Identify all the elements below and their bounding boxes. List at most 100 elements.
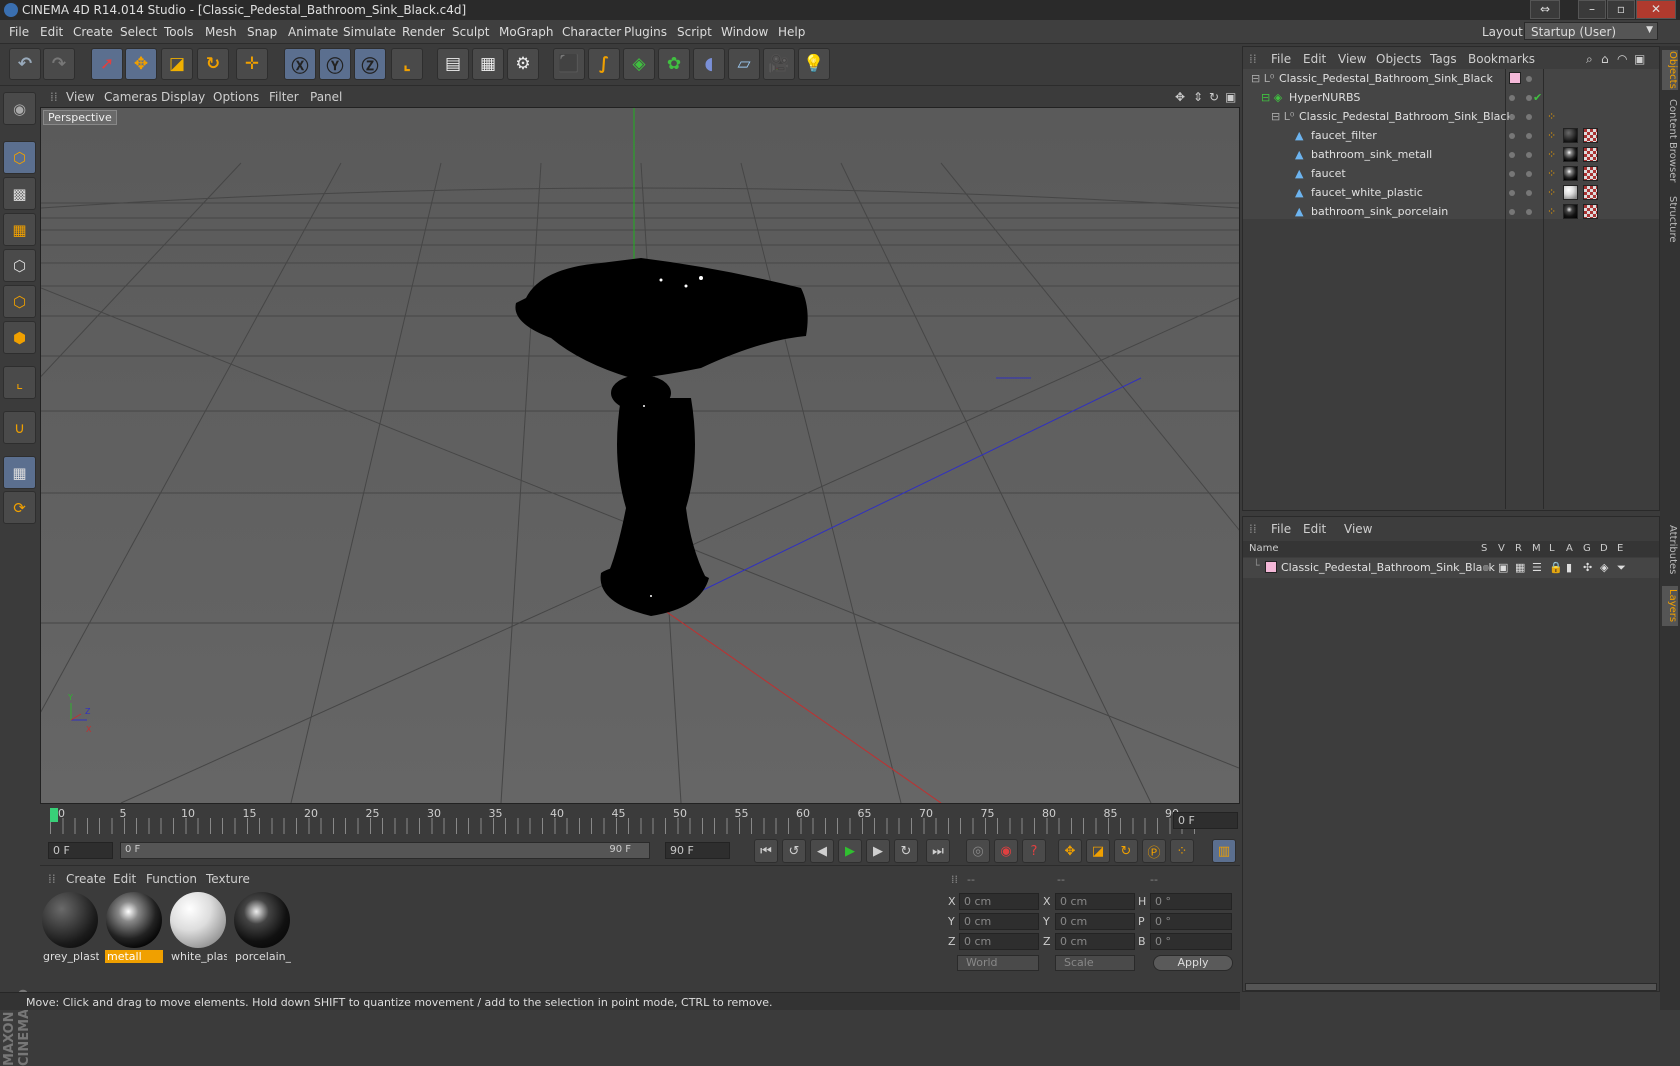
rot-b-field[interactable]: 0 ° — [1150, 933, 1232, 950]
render-visibility-dot[interactable] — [1526, 171, 1532, 177]
material-tag-icon[interactable] — [1563, 185, 1578, 200]
expressions-toggle-icon[interactable]: ⏷ — [1617, 561, 1626, 575]
edges-mode-button[interactable]: ⬡ — [3, 285, 36, 318]
points-mode-button[interactable]: ⬡ — [3, 249, 36, 282]
zoom-view-icon[interactable]: ⇕ — [1193, 90, 1203, 104]
axis-mode-button[interactable]: ⌞ — [3, 366, 36, 399]
menu-file[interactable]: File — [9, 25, 29, 39]
range-slider[interactable]: 0 F 90 F — [120, 842, 650, 859]
scale-tool-button[interactable]: ◪ — [161, 48, 193, 80]
column-generators[interactable]: G — [1583, 543, 1591, 554]
record-keys-button[interactable]: ◎ — [966, 839, 990, 863]
menu-help[interactable]: Help — [778, 25, 805, 39]
new-window-icon[interactable]: ▣ — [1634, 52, 1645, 66]
render-visibility-dot[interactable] — [1526, 209, 1532, 215]
workplane-lock-button[interactable]: ▦ — [3, 456, 36, 489]
object-row[interactable]: ▲ bathroom_sink_porcelain ⁘ — [1243, 202, 1659, 222]
lock-toggle-icon[interactable]: 🔒 — [1549, 561, 1563, 574]
column-expressions[interactable]: E — [1617, 543, 1623, 554]
end-frame-field[interactable]: 90 F — [665, 842, 730, 859]
material-tag-icon[interactable] — [1563, 166, 1578, 181]
object-menu-objects[interactable]: Objects — [1376, 52, 1421, 66]
material-tag-icon[interactable] — [1563, 128, 1578, 143]
material-menu-function[interactable]: Function — [146, 872, 197, 886]
render-visibility-dot[interactable] — [1526, 190, 1532, 196]
object-menu-view[interactable]: View — [1338, 52, 1366, 66]
cube-object-button[interactable]: ⬛ — [553, 48, 585, 80]
object-row[interactable]: ▲ faucet_white_plastic ⁘ — [1243, 183, 1659, 203]
object-menu-file[interactable]: File — [1271, 52, 1291, 66]
deformer-button[interactable]: ◖ — [693, 48, 725, 80]
light-object-button[interactable]: 💡 — [798, 48, 830, 80]
column-solo[interactable]: S — [1481, 543, 1487, 554]
pos-x-field[interactable]: 0 cm — [959, 893, 1039, 910]
material-swatch[interactable]: metall — [105, 890, 163, 963]
manager-toggle-icon[interactable]: ☰ — [1532, 561, 1542, 574]
camera-object-button[interactable]: 🎥 — [763, 48, 795, 80]
menu-window[interactable]: Window — [721, 25, 768, 39]
uvw-tag-icon[interactable] — [1583, 128, 1598, 143]
object-row[interactable]: ▲ faucet_filter ⁘ — [1243, 126, 1659, 146]
solo-toggle[interactable] — [1483, 565, 1489, 571]
key-position-button[interactable]: ✥ — [1058, 839, 1082, 863]
goto-end-button[interactable]: ⏭ — [926, 839, 950, 863]
size-x-field[interactable]: 0 cm — [1055, 893, 1135, 910]
snap-magnet-button[interactable]: ∪ — [3, 411, 36, 444]
menu-simulate[interactable]: Simulate — [343, 25, 396, 39]
material-menu-texture[interactable]: Texture — [206, 872, 250, 886]
column-name[interactable]: Name — [1249, 543, 1279, 554]
key-parameter-button[interactable]: Ⓟ — [1142, 839, 1166, 863]
menu-render[interactable]: Render — [402, 25, 445, 39]
menu-sculpt[interactable]: Sculpt — [452, 25, 489, 39]
search-icon[interactable]: ⌕ — [1586, 52, 1593, 67]
tab-content-browser[interactable]: Content Browser — [1662, 96, 1678, 186]
sculpt-mode-button[interactable]: ⟳ — [3, 491, 36, 524]
render-toggle-icon[interactable]: ▦ — [1515, 561, 1525, 574]
editor-visibility-dot[interactable] — [1526, 76, 1532, 82]
y-axis-lock-button[interactable]: Ⓨ — [319, 48, 351, 80]
menu-animate[interactable]: Animate — [288, 25, 338, 39]
viewport-menu-view[interactable]: View — [66, 90, 94, 104]
size-z-field[interactable]: 0 cm — [1055, 933, 1135, 950]
texture-mode-button[interactable]: ▩ — [3, 177, 36, 210]
current-frame-marker[interactable] — [50, 808, 58, 822]
toggle-view-icon[interactable]: ▣ — [1225, 90, 1236, 104]
array-button[interactable]: ✿ — [658, 48, 690, 80]
goto-start-button[interactable]: ⏮ — [754, 839, 778, 863]
column-animation[interactable]: A — [1566, 543, 1573, 554]
play-button[interactable]: ▶ — [838, 839, 862, 863]
next-key-button[interactable]: ↻ — [894, 839, 918, 863]
coordinate-mode-dropdown[interactable]: World — [957, 955, 1039, 971]
minimize-button[interactable]: – — [1578, 0, 1606, 19]
object-menu-bookmarks[interactable]: Bookmarks — [1468, 52, 1535, 66]
menu-mograph[interactable]: MoGraph — [499, 25, 554, 39]
render-view-button[interactable]: ▤ — [437, 48, 469, 80]
layer-menu-view[interactable]: View — [1344, 522, 1372, 536]
previous-key-button[interactable]: ↺ — [782, 839, 806, 863]
rot-p-field[interactable]: 0 ° — [1150, 913, 1232, 930]
layer-row[interactable]: └ Classic_Pedestal_Bathroom_Sink_Black ▣… — [1243, 558, 1659, 578]
move-tool-button[interactable]: ✥ — [125, 48, 157, 80]
layer-menu-file[interactable]: File — [1271, 522, 1291, 536]
layer-menu-edit[interactable]: Edit — [1303, 522, 1326, 536]
restore-arrows-button[interactable]: ⇔ — [1530, 0, 1560, 19]
uvw-tag-icon[interactable] — [1583, 166, 1598, 181]
previous-frame-button[interactable]: ◀ — [810, 839, 834, 863]
current-frame-field[interactable]: 0 F — [1173, 812, 1238, 829]
object-row[interactable]: ⊟ L⁰ Classic_Pedestal_Bathroom_Sink_Blac… — [1243, 69, 1659, 89]
editor-visibility-dot[interactable] — [1509, 95, 1515, 101]
render-visibility-dot[interactable] — [1526, 95, 1532, 101]
render-visibility-dot[interactable] — [1526, 152, 1532, 158]
rot-h-field[interactable]: 0 ° — [1150, 893, 1232, 910]
editor-visibility-dot[interactable] — [1509, 171, 1515, 177]
object-row[interactable]: ▲ faucet ⁘ — [1243, 164, 1659, 184]
uvw-tag-icon[interactable] — [1583, 147, 1598, 162]
menu-create[interactable]: Create — [73, 25, 113, 39]
column-manager[interactable]: M — [1532, 543, 1541, 554]
size-y-field[interactable]: 0 cm — [1055, 913, 1135, 930]
material-swatch[interactable]: white_plas — [169, 890, 227, 963]
deformers-toggle-icon[interactable]: ◈ — [1600, 561, 1608, 574]
object-row[interactable]: ▲ bathroom_sink_metall ⁘ — [1243, 145, 1659, 165]
material-swatch[interactable]: grey_plasti — [41, 890, 99, 963]
menu-mesh[interactable]: Mesh — [205, 25, 237, 39]
